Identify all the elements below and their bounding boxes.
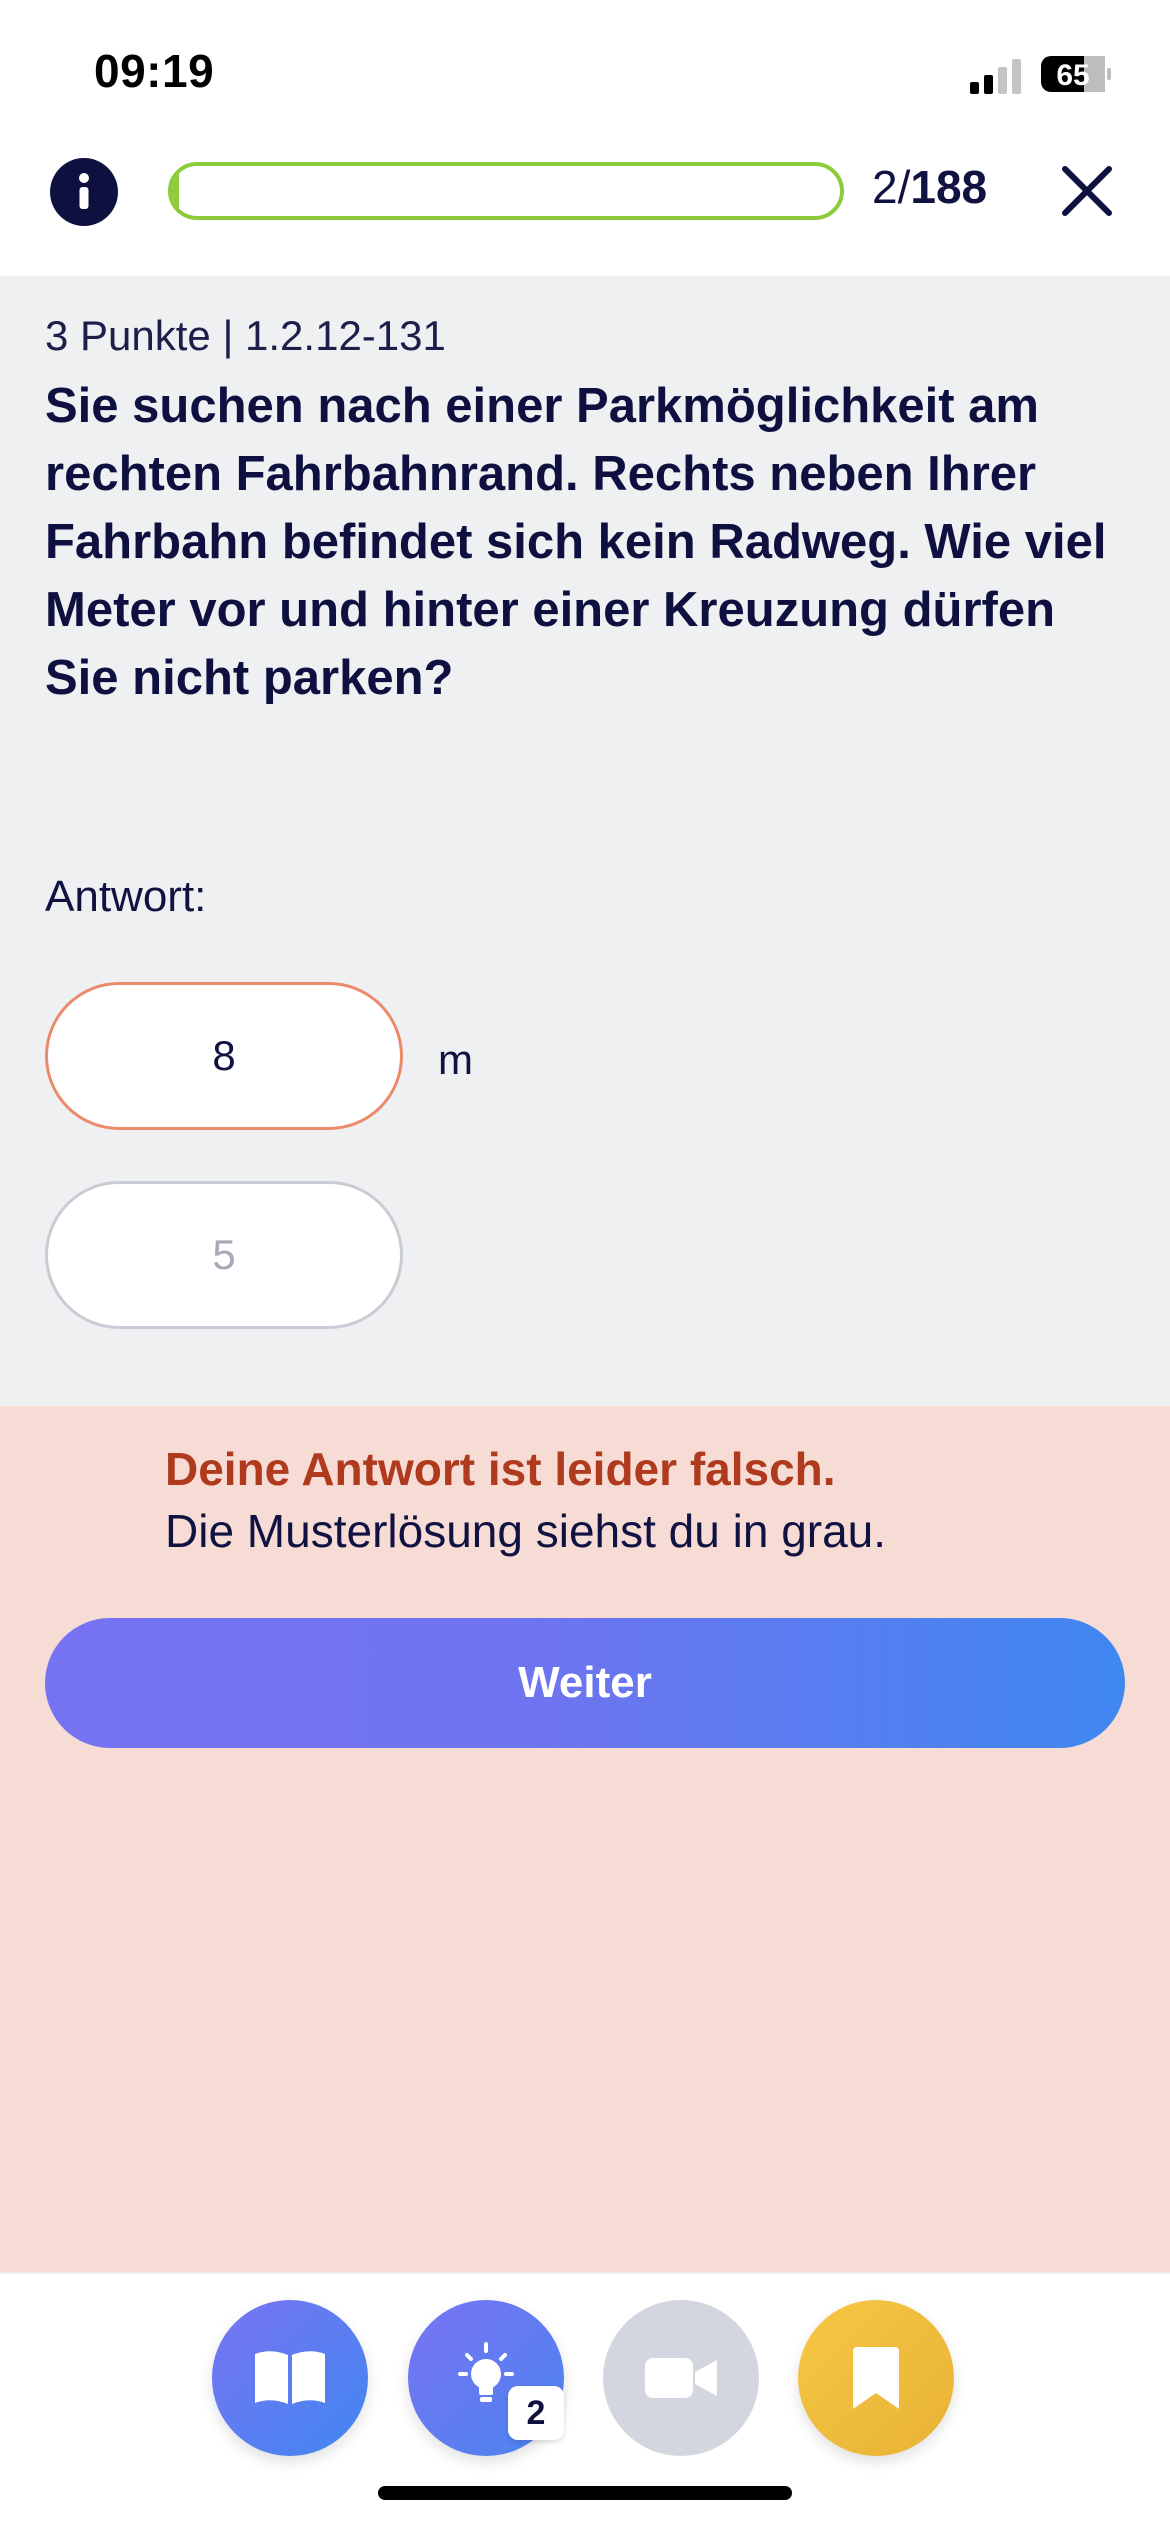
counter-total: 188 [910, 161, 988, 213]
bookmark-button[interactable] [798, 2300, 954, 2456]
answer-label: Antwort: [45, 872, 207, 921]
battery-icon: 65 [1041, 56, 1111, 92]
book-button[interactable] [212, 2300, 368, 2456]
status-time: 09:19 [94, 45, 215, 97]
book-icon [255, 2351, 325, 2404]
feedback-title: Deine Antwort ist leider falsch. [165, 1443, 836, 1495]
feedback-subtitle: Die Musterlösung siehst du in grau. [165, 1505, 887, 1557]
video-camera-icon [645, 2358, 717, 2398]
user-answer-field[interactable]: 8 [45, 982, 403, 1130]
counter-current: 2/ [872, 161, 911, 213]
answer-unit: m [438, 1036, 473, 1083]
video-button[interactable] [603, 2300, 759, 2456]
hint-count-badge: 2 [508, 2386, 564, 2440]
progress-bar [168, 162, 844, 220]
close-icon [1062, 166, 1112, 216]
correct-answer-field: 5 [45, 1181, 403, 1329]
question-text: Sie suchen nach einer Parkmöglichkeit am… [45, 379, 1107, 705]
info-icon [79, 173, 89, 209]
close-button[interactable] [1056, 160, 1118, 222]
bookmark-icon [853, 2347, 899, 2409]
next-button[interactable]: Weiter [45, 1618, 1125, 1748]
question-meta: 3 Punkte | 1.2.12-131 [45, 312, 446, 359]
question-counter: 2/188 [872, 160, 987, 214]
cellular-signal-icon [970, 59, 1021, 94]
info-button[interactable] [50, 158, 118, 226]
progress-fill [172, 166, 180, 216]
home-indicator [378, 2486, 792, 2500]
battery-level: 65 [1056, 59, 1089, 92]
